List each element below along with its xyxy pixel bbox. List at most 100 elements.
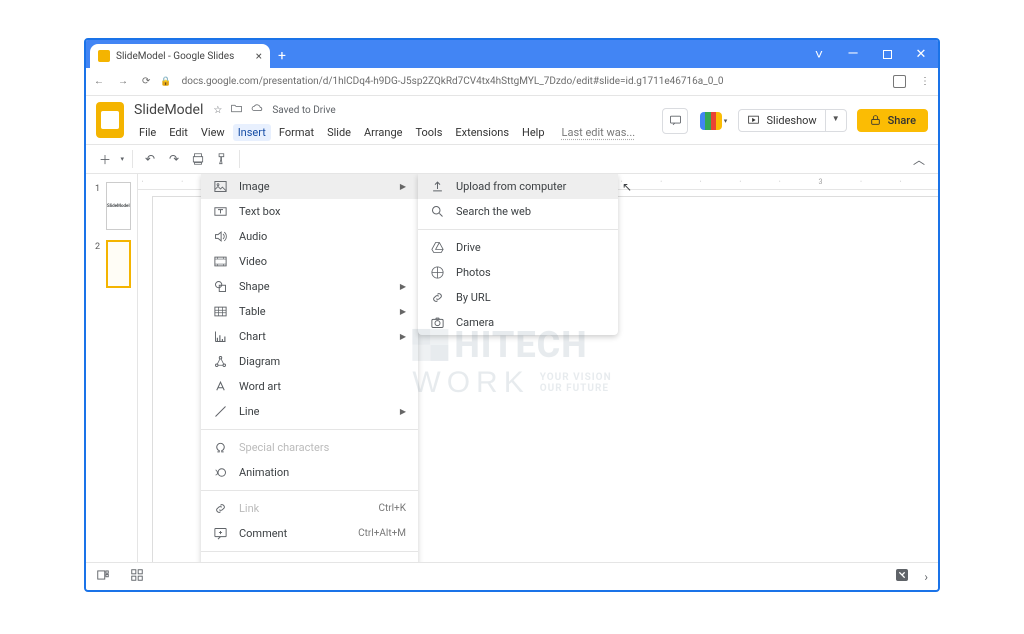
menu-slide[interactable]: Slide	[322, 124, 356, 141]
slides-logo-icon[interactable]	[96, 102, 124, 138]
insert-menu: Image▶Text boxAudioVideoShape▶Table▶Char…	[201, 174, 418, 562]
menubar: FileEditViewInsertFormatSlideArrangeTool…	[134, 123, 662, 141]
insert-menu-item-audio[interactable]: Audio	[201, 224, 418, 249]
new-tab-button[interactable]: +	[270, 44, 294, 68]
insert-menu-item-text-box[interactable]: Text box	[201, 199, 418, 224]
omega-icon	[213, 440, 228, 455]
insert-menu-item-line[interactable]: Line▶	[201, 399, 418, 424]
menu-file[interactable]: File	[134, 124, 161, 141]
image-submenu-item-search-the-web[interactable]: Search the web	[418, 199, 618, 224]
image-submenu-item-upload-from-computer[interactable]: Upload from computer↖	[418, 174, 618, 199]
print-button[interactable]	[187, 148, 209, 170]
window-titlebar: SlideModel - Google Slides × + ˅ — ✕	[86, 40, 938, 68]
submenu-arrow-icon: ▶	[400, 182, 406, 191]
meet-button[interactable]: ▾	[698, 109, 728, 133]
comment-icon	[213, 526, 228, 541]
document-title[interactable]: SlideModel	[134, 102, 203, 118]
photos-icon	[430, 265, 445, 280]
browser-tab[interactable]: SlideModel - Google Slides ×	[90, 44, 270, 68]
slideshow-button[interactable]: Slideshow	[738, 109, 825, 132]
cloud-saved-icon[interactable]	[251, 102, 264, 118]
new-slide-button[interactable]: ＋	[94, 148, 116, 170]
dropdown-icon[interactable]: ˅	[802, 40, 836, 68]
insert-menu-item-diagram[interactable]: Diagram	[201, 349, 418, 374]
image-submenu-item-camera[interactable]: Camera	[418, 310, 618, 335]
slideshow-dropdown[interactable]: ▼	[826, 109, 847, 132]
saved-status: Saved to Drive	[272, 105, 335, 116]
image-submenu-item-drive[interactable]: Drive	[418, 235, 618, 260]
menu-tools[interactable]: Tools	[410, 124, 447, 141]
minimize-button[interactable]: —	[836, 40, 870, 68]
submenu-arrow-icon: ▶	[400, 307, 406, 316]
menu-extensions[interactable]: Extensions	[450, 124, 514, 141]
back-button[interactable]: ←	[94, 76, 104, 87]
paint-format-button[interactable]	[211, 148, 233, 170]
slides-favicon-icon	[98, 50, 110, 62]
image-submenu-item-photos[interactable]: Photos	[418, 260, 618, 285]
shape-icon	[213, 279, 228, 294]
image-submenu-item-by-url[interactable]: By URL	[418, 285, 618, 310]
insert-menu-item-new-slide[interactable]: New slideCtrl+M	[201, 557, 418, 562]
menu-edit[interactable]: Edit	[164, 124, 193, 141]
insert-menu-item-animation[interactable]: Animation	[201, 460, 418, 485]
close-tab-icon[interactable]: ×	[256, 49, 262, 63]
forward-button[interactable]: →	[118, 76, 128, 87]
browser-window: SlideModel - Google Slides × + ˅ — ✕ ← →…	[84, 38, 940, 592]
last-edit-link[interactable]: Last edit was...	[557, 124, 641, 141]
chart-icon	[213, 329, 228, 344]
lock-icon[interactable]: 🔒	[160, 77, 171, 87]
tab-title: SlideModel - Google Slides	[116, 51, 234, 62]
grid-view-icon[interactable]	[130, 567, 144, 586]
drive-icon	[430, 240, 445, 255]
menu-format[interactable]: Format	[274, 124, 319, 141]
slide-thumbnail[interactable]: 1SlideModel	[92, 182, 131, 230]
toolbar: ＋ ↶ ↷ ︿	[86, 144, 938, 174]
url-text[interactable]: docs.google.com/presentation/d/1hlCDq4-h…	[182, 76, 883, 87]
close-window-button[interactable]: ✕	[904, 40, 938, 68]
reload-button[interactable]: ⟳	[142, 76, 150, 87]
address-bar: ← → ⟳ 🔒 docs.google.com/presentation/d/1…	[86, 68, 938, 96]
menu-help[interactable]: Help	[517, 124, 550, 141]
url-icon	[430, 290, 445, 305]
maximize-button[interactable]	[870, 40, 904, 68]
insert-menu-item-word-art[interactable]: Word art	[201, 374, 418, 399]
textbox-icon	[213, 204, 228, 219]
insert-menu-item-video[interactable]: Video	[201, 249, 418, 274]
search-icon	[430, 204, 445, 219]
insert-menu-item-table[interactable]: Table▶	[201, 299, 418, 324]
submenu-arrow-icon: ▶	[400, 282, 406, 291]
table-icon	[213, 304, 228, 319]
wordart-icon	[213, 379, 228, 394]
filmstrip-view-icon[interactable]	[96, 567, 110, 586]
menu-arrange[interactable]: Arrange	[359, 124, 407, 141]
menu-view[interactable]: View	[196, 124, 230, 141]
diagram-icon	[213, 354, 228, 369]
side-panel-toggle[interactable]: ›	[924, 570, 928, 584]
share-label: Share	[888, 114, 916, 127]
star-icon[interactable]: ☆	[213, 105, 222, 116]
link-icon	[213, 501, 228, 516]
move-icon[interactable]	[230, 102, 243, 118]
image-icon	[213, 179, 228, 194]
upload-icon	[430, 179, 445, 194]
share-button[interactable]: Share	[857, 109, 928, 132]
collapse-toolbar-button[interactable]: ︿	[908, 148, 930, 170]
explore-button[interactable]	[894, 567, 910, 587]
motion-icon	[213, 465, 228, 480]
insert-menu-item-special-characters: Special characters	[201, 435, 418, 460]
undo-button[interactable]: ↶	[139, 148, 161, 170]
video-icon	[213, 254, 228, 269]
slide-thumbnail[interactable]: 2	[92, 240, 131, 288]
chrome-menu-icon[interactable]: ⋮	[920, 76, 930, 87]
menu-insert[interactable]: Insert	[233, 124, 271, 141]
audio-icon	[213, 229, 228, 244]
cursor-icon: ↖	[622, 180, 632, 194]
comment-history-button[interactable]	[662, 108, 688, 134]
insert-menu-item-shape[interactable]: Shape▶	[201, 274, 418, 299]
insert-menu-item-chart[interactable]: Chart▶	[201, 324, 418, 349]
line-icon	[213, 404, 228, 419]
extension-icon[interactable]	[893, 75, 906, 88]
redo-button[interactable]: ↷	[163, 148, 185, 170]
insert-menu-item-comment[interactable]: CommentCtrl+Alt+M	[201, 521, 418, 546]
insert-menu-item-image[interactable]: Image▶	[201, 174, 418, 199]
